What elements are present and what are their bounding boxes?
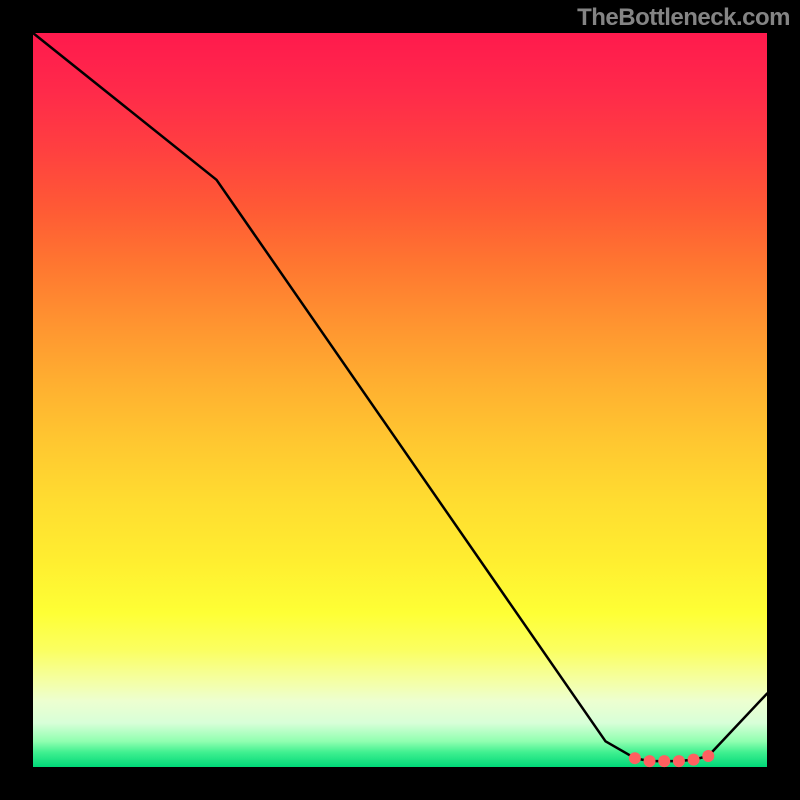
curve-marker xyxy=(629,752,641,764)
curve-marker xyxy=(673,755,685,767)
curve-marker xyxy=(702,750,714,762)
chart-svg xyxy=(33,33,767,767)
curve-marker xyxy=(658,755,670,767)
curve-line xyxy=(33,33,767,761)
line-series xyxy=(33,33,767,761)
curve-marker xyxy=(644,755,656,767)
attribution-text: TheBottleneck.com xyxy=(577,4,790,32)
curve-marker xyxy=(688,754,700,766)
chart-container: TheBottleneck.com xyxy=(0,0,800,800)
